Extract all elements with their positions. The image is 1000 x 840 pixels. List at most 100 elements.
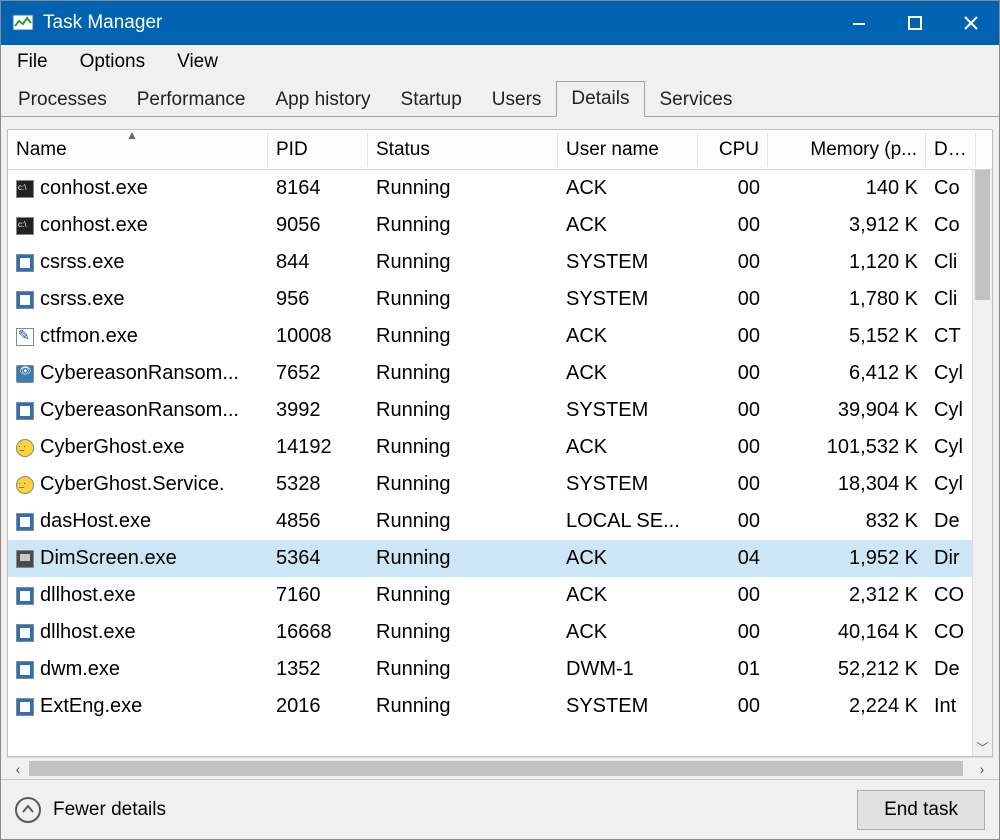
process-status: Running — [368, 173, 558, 204]
table-row[interactable]: dllhost.exe16668RunningACK0040,164 KCO — [8, 614, 992, 651]
process-cpu: 01 — [698, 654, 768, 685]
scroll-left-icon[interactable]: ‹ — [7, 758, 29, 779]
tab-app-history[interactable]: App history — [260, 82, 385, 117]
scroll-down-icon[interactable]: ﹀ — [973, 738, 992, 756]
horizontal-scrollbar[interactable]: ‹ › — [7, 757, 993, 779]
process-status: Running — [368, 358, 558, 389]
process-description: CT — [926, 321, 976, 352]
close-button[interactable] — [943, 1, 999, 45]
col-status[interactable]: Status — [368, 133, 558, 167]
process-status: Running — [368, 247, 558, 278]
process-user: SYSTEM — [558, 247, 698, 278]
process-description: CO — [926, 580, 976, 611]
vertical-scrollbar[interactable]: ︿ ﹀ — [972, 170, 992, 756]
process-cpu: 00 — [698, 210, 768, 241]
process-pid: 7160 — [268, 580, 368, 611]
process-pid: 14192 — [268, 432, 368, 463]
process-pid: 10008 — [268, 321, 368, 352]
process-icon — [16, 661, 34, 679]
process-icon — [16, 550, 34, 568]
process-memory: 101,532 K — [768, 432, 926, 463]
menu-view[interactable]: View — [173, 49, 222, 75]
col-pid[interactable]: PID — [268, 133, 368, 167]
process-icon — [16, 217, 34, 235]
process-name: dllhost.exe — [40, 621, 136, 644]
table-row[interactable]: ExtEng.exe2016RunningSYSTEM002,224 KInt — [8, 688, 992, 725]
end-task-button[interactable]: End task — [857, 790, 985, 830]
process-user: ACK — [558, 580, 698, 611]
tab-strip: Processes Performance App history Startu… — [1, 79, 999, 117]
col-cpu[interactable]: CPU — [698, 133, 768, 167]
process-memory: 18,304 K — [768, 469, 926, 500]
process-icon — [16, 587, 34, 605]
table-row[interactable]: conhost.exe8164RunningACK00140 KCo — [8, 170, 992, 207]
process-description: Co — [926, 210, 976, 241]
fewer-details-icon[interactable] — [15, 797, 41, 823]
table-row[interactable]: CyberGhost.Service.5328RunningSYSTEM0018… — [8, 466, 992, 503]
table-row[interactable]: ctfmon.exe10008RunningACK005,152 KCT — [8, 318, 992, 355]
process-memory: 39,904 K — [768, 395, 926, 426]
process-pid: 2016 — [268, 691, 368, 722]
process-status: Running — [368, 543, 558, 574]
scroll-thumb[interactable] — [975, 170, 990, 300]
menu-file[interactable]: File — [13, 49, 52, 75]
table-row[interactable]: CybereasonRansom...3992RunningSYSTEM0039… — [8, 392, 992, 429]
process-status: Running — [368, 395, 558, 426]
titlebar[interactable]: Task Manager — [1, 1, 999, 45]
process-user: ACK — [558, 173, 698, 204]
footer: Fewer details End task — [1, 779, 999, 839]
process-user: SYSTEM — [558, 691, 698, 722]
tab-processes[interactable]: Processes — [3, 82, 122, 117]
process-name: CyberGhost.Service. — [40, 473, 225, 496]
fewer-details-label[interactable]: Fewer details — [53, 799, 166, 821]
process-cpu: 00 — [698, 469, 768, 500]
table-row[interactable]: dwm.exe1352RunningDWM-10152,212 KDe — [8, 651, 992, 688]
process-name: csrss.exe — [40, 251, 124, 274]
col-user[interactable]: User name — [558, 133, 698, 167]
process-pid: 3992 — [268, 395, 368, 426]
tab-performance[interactable]: Performance — [122, 82, 261, 117]
tab-services[interactable]: Services — [645, 82, 748, 117]
process-pid: 5328 — [268, 469, 368, 500]
process-icon — [16, 624, 34, 642]
process-icon — [16, 698, 34, 716]
col-name[interactable]: Name — [8, 133, 268, 167]
tab-users[interactable]: Users — [477, 82, 557, 117]
process-user: ACK — [558, 617, 698, 648]
process-pid: 9056 — [268, 210, 368, 241]
hscroll-thumb[interactable] — [29, 761, 963, 776]
task-manager-window: Task Manager File Options View Processes… — [0, 0, 1000, 840]
process-status: Running — [368, 469, 558, 500]
col-description[interactable]: Des — [926, 133, 976, 167]
process-pid: 5364 — [268, 543, 368, 574]
menu-options[interactable]: Options — [76, 49, 149, 75]
process-user: LOCAL SE... — [558, 506, 698, 537]
process-cpu: 00 — [698, 358, 768, 389]
process-cpu: 04 — [698, 543, 768, 574]
minimize-button[interactable] — [831, 1, 887, 45]
table-row[interactable]: csrss.exe956RunningSYSTEM001,780 KCli — [8, 281, 992, 318]
process-cpu: 00 — [698, 321, 768, 352]
col-memory[interactable]: Memory (p... — [768, 133, 926, 167]
table-row[interactable]: conhost.exe9056RunningACK003,912 KCo — [8, 207, 992, 244]
table-row[interactable]: dllhost.exe7160RunningACK002,312 KCO — [8, 577, 992, 614]
process-user: SYSTEM — [558, 395, 698, 426]
tab-details[interactable]: Details — [556, 81, 644, 117]
table-row[interactable]: CyberGhost.exe14192RunningACK00101,532 K… — [8, 429, 992, 466]
process-cpu: 00 — [698, 617, 768, 648]
process-user: ACK — [558, 321, 698, 352]
table-row[interactable]: csrss.exe844RunningSYSTEM001,120 KCli — [8, 244, 992, 281]
process-memory: 2,312 K — [768, 580, 926, 611]
table-row[interactable]: dasHost.exe4856RunningLOCAL SE...00832 K… — [8, 503, 992, 540]
process-memory: 40,164 K — [768, 617, 926, 648]
tab-startup[interactable]: Startup — [386, 82, 477, 117]
process-pid: 956 — [268, 284, 368, 315]
maximize-button[interactable] — [887, 1, 943, 45]
process-user: ACK — [558, 543, 698, 574]
process-name: dasHost.exe — [40, 510, 151, 533]
process-name: CyberGhost.exe — [40, 436, 185, 459]
table-row[interactable]: DimScreen.exe5364RunningACK041,952 KDir — [8, 540, 992, 577]
scroll-right-icon[interactable]: › — [971, 758, 993, 779]
table-row[interactable]: CybereasonRansom...7652RunningACK006,412… — [8, 355, 992, 392]
process-memory: 1,120 K — [768, 247, 926, 278]
